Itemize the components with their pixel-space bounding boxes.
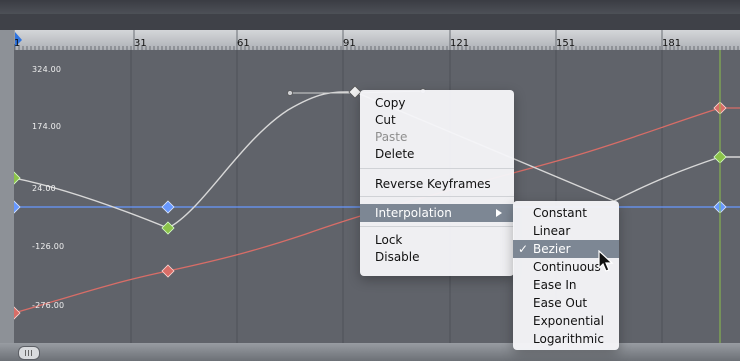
menu-separator-1 (360, 168, 514, 169)
menu-disable-label: Disable (375, 250, 420, 264)
interpolation-constant-label: Constant (533, 206, 587, 220)
menu-reverse-keyframes-label: Reverse Keyframes (375, 177, 491, 191)
keyframe-blue-left[interactable] (14, 200, 21, 214)
y-label-24: 24.00 (32, 184, 56, 193)
interpolation-linear-label: Linear (533, 224, 571, 238)
menu-cut-label: Cut (375, 113, 396, 127)
y-label-minus276: -276.00 (32, 301, 65, 310)
keyframe-green-left[interactable] (14, 171, 21, 185)
ruler-label-121: 121 (450, 38, 470, 49)
menu-delete[interactable]: Delete (360, 145, 514, 163)
interpolation-bezier-label: Bezier (533, 242, 571, 256)
keyframe-red-middle[interactable] (161, 264, 175, 278)
scroll-handle[interactable] (18, 346, 40, 360)
ruler-ticks (14, 30, 739, 50)
interpolation-logarithmic-label: Logarithmic (533, 332, 604, 346)
menu-copy[interactable]: Copy (360, 94, 514, 112)
ruler-label-91: 91 (343, 38, 356, 49)
checkmark-icon: ✓ (518, 242, 529, 256)
mouse-pointer-icon (598, 250, 614, 272)
menu-lock-label: Lock (375, 233, 403, 247)
keyframe-green-middle[interactable] (161, 221, 175, 235)
y-label-minus126: -126.00 (32, 242, 65, 251)
ruler-label-61: 61 (237, 38, 250, 49)
menu-reverse-keyframes[interactable]: Reverse Keyframes (360, 175, 514, 193)
interpolation-ease-in[interactable]: Ease In (513, 276, 619, 294)
interpolation-ease-out[interactable]: Ease Out (513, 294, 619, 312)
ruler-label-181: 181 (662, 38, 682, 49)
left-rail (0, 30, 14, 361)
menu-lock[interactable]: Lock (360, 231, 514, 249)
y-label-174: 174.00 (32, 122, 62, 131)
interpolation-linear[interactable]: Linear (513, 222, 619, 240)
menu-interpolation[interactable]: Interpolation (360, 204, 514, 222)
interpolation-exponential[interactable]: Exponential (513, 312, 619, 330)
interpolation-constant[interactable]: Constant (513, 204, 619, 222)
interpolation-continuous-label: Continuous (533, 260, 601, 274)
interpolation-ease-out-label: Ease Out (533, 296, 588, 310)
menu-disable[interactable]: Disable (360, 248, 514, 266)
interpolation-logarithmic[interactable]: Logarithmic (513, 330, 619, 348)
menu-cut[interactable]: Cut (360, 111, 514, 129)
keyframe-graph-editor: 1 31 61 91 121 151 181 324.00 174.00 24.… (0, 0, 740, 361)
bezier-handle-left[interactable] (287, 90, 293, 96)
ruler-label-1: 1 (14, 38, 21, 49)
ruler-label-151: 151 (556, 38, 576, 49)
menu-paste[interactable]: Paste (360, 128, 514, 146)
interpolation-submenu: Constant Linear ✓ Bezier Continuous Ease … (513, 201, 619, 350)
menu-separator-2 (360, 196, 514, 197)
menu-delete-label: Delete (375, 147, 415, 161)
keyframe-red-left[interactable] (14, 306, 21, 320)
top-toolbar-strip (0, 0, 740, 14)
submenu-arrow-icon (496, 209, 502, 217)
interpolation-exponential-label: Exponential (533, 314, 604, 328)
interpolation-ease-in-label: Ease In (533, 278, 577, 292)
keyframe-blue-middle[interactable] (161, 200, 175, 214)
menu-separator-3 (360, 226, 514, 227)
ruler-label-31: 31 (134, 38, 147, 49)
menu-interpolation-label: Interpolation (375, 206, 452, 220)
context-menu: Copy Cut Paste Delete Reverse Keyframes … (360, 90, 514, 276)
y-label-324: 324.00 (32, 65, 62, 74)
menu-copy-label: Copy (375, 96, 406, 110)
bottom-scrollbar[interactable] (0, 343, 740, 361)
menu-paste-label: Paste (375, 130, 408, 144)
frame-ruler[interactable]: 1 31 61 91 121 151 181 (14, 30, 740, 51)
